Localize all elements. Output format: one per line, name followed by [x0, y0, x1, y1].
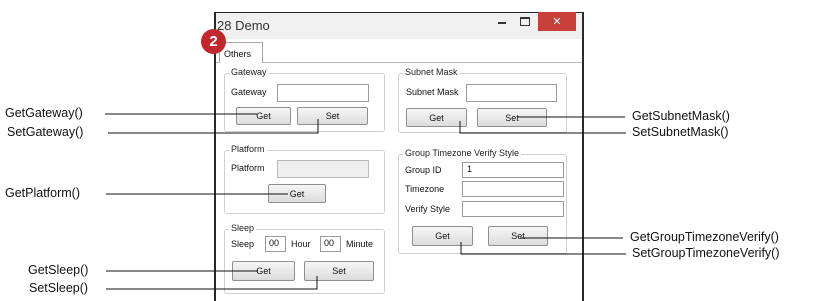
line-set-sleep: [106, 276, 318, 290]
callout-get-sleep: GetSleep(): [28, 263, 89, 277]
line-set-group-tz: [460, 242, 626, 255]
callout-set-subnet-mask: SetSubnetMask(): [632, 125, 729, 139]
callout-set-sleep: SetSleep(): [29, 281, 89, 295]
callout-get-subnet-mask: GetSubnetMask(): [632, 109, 730, 123]
callout-set-group-tz: SetGroupTimezoneVerify(): [632, 246, 780, 260]
callout-get-group-tz: GetGroupTimezoneVerify(): [630, 230, 779, 244]
callout-set-gateway: SetGateway(): [7, 125, 84, 139]
callout-get-platform: GetPlatform(): [5, 186, 81, 200]
line-set-gateway: [108, 119, 319, 134]
callout-get-gateway: GetGateway(): [5, 106, 83, 120]
line-set-subnet-mask: [459, 121, 626, 134]
